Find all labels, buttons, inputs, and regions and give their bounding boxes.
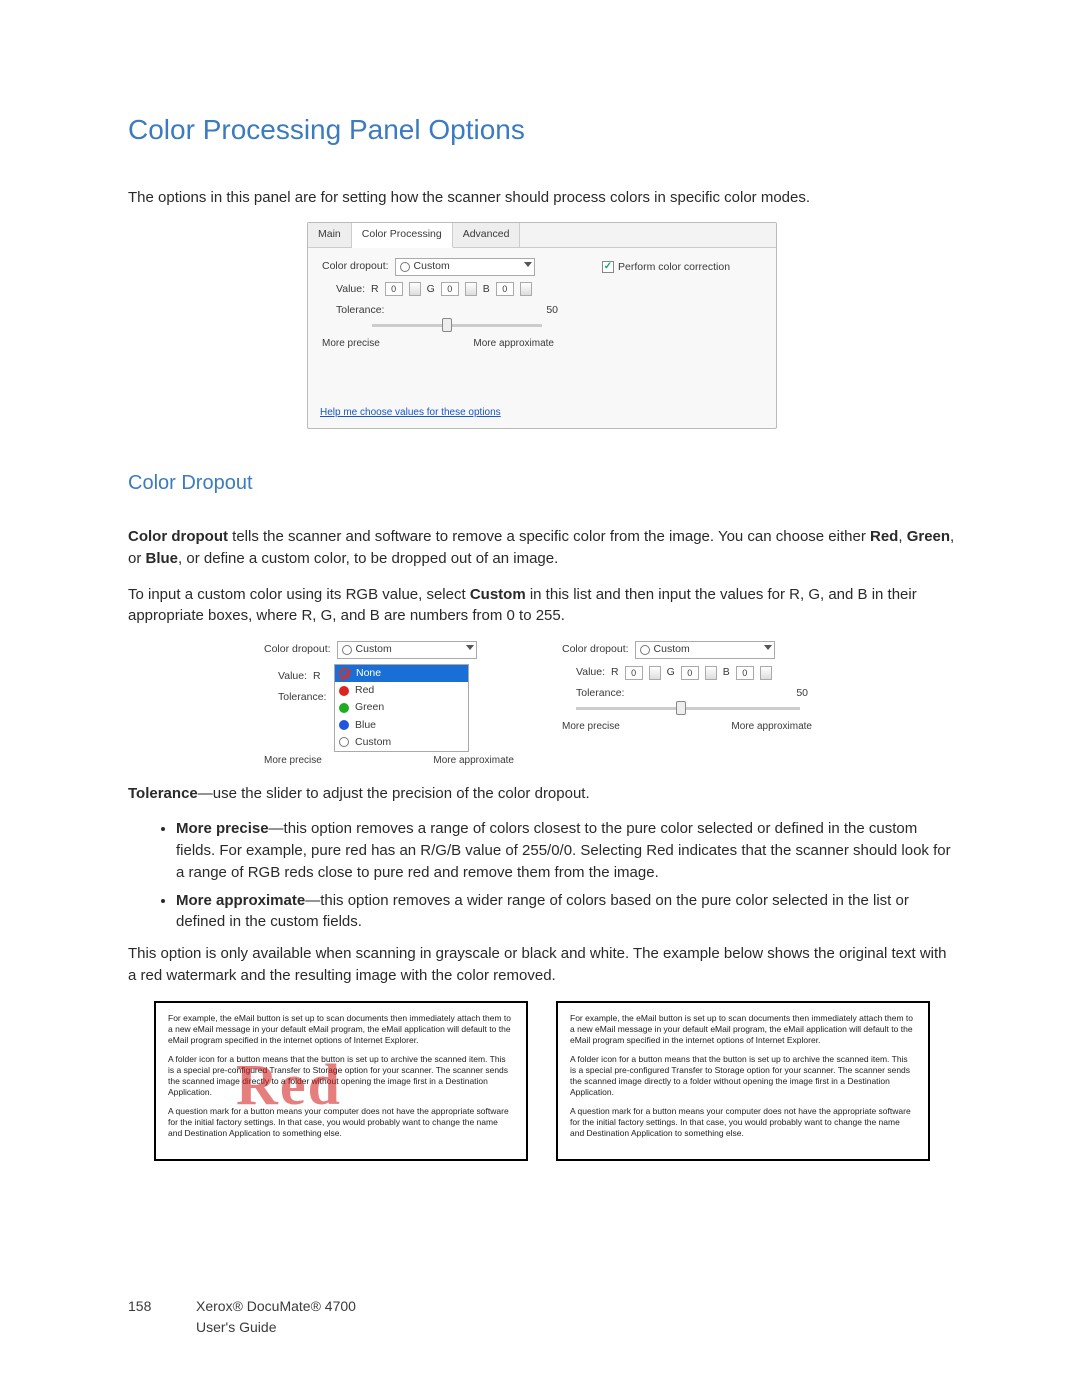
- dropout-option-list: None Red Green Blue Custom: [334, 664, 469, 752]
- label-more-approx: More approximate: [731, 720, 812, 735]
- dropout-closed-value: Custom: [654, 642, 690, 657]
- b-stepper2[interactable]: [760, 666, 772, 680]
- chevron-down-icon: [524, 262, 532, 267]
- tolerance-value2: 50: [796, 686, 808, 701]
- label-more-precise: More precise: [322, 337, 380, 352]
- tab-advanced[interactable]: Advanced: [453, 223, 521, 246]
- page-footer: 158 Xerox® DocuMate® 4700 User's Guide: [128, 1296, 356, 1337]
- g-stepper[interactable]: [465, 282, 477, 296]
- footer-line2: User's Guide: [196, 1317, 356, 1337]
- bullet-approx: More approximate—this option removes a w…: [176, 890, 956, 934]
- label-value: Value:: [576, 665, 605, 680]
- label-tolerance: Tolerance:: [336, 303, 384, 318]
- option-custom[interactable]: Custom: [335, 734, 468, 751]
- label-tolerance: Tolerance:: [576, 686, 624, 701]
- dropout-para1: Color dropout tells the scanner and soft…: [128, 526, 956, 570]
- doc-p2b: A folder icon for a button means that th…: [570, 1054, 916, 1098]
- label-more-approx: More approximate: [433, 754, 514, 769]
- slider-thumb[interactable]: [442, 318, 452, 332]
- option-blue[interactable]: Blue: [335, 717, 468, 734]
- dropout-select-value: Custom: [414, 259, 450, 274]
- color-processing-panel: Main Color Processing Advanced Color dro…: [307, 222, 777, 429]
- perform-label: Perform color correction: [618, 260, 730, 275]
- doc-p3: A question mark for a button means your …: [168, 1106, 514, 1139]
- example-pair: Red For example, the eMail button is set…: [128, 1001, 956, 1161]
- intro-text: The options in this panel are for settin…: [128, 187, 956, 209]
- tolerance-para: Tolerance—use the slider to adjust the p…: [128, 783, 956, 805]
- chevron-down-icon: [764, 645, 772, 650]
- droplet-icon: [400, 262, 410, 272]
- example-before: Red For example, the eMail button is set…: [154, 1001, 528, 1161]
- doc-p3b: A question mark for a button means your …: [570, 1106, 916, 1139]
- help-link[interactable]: Help me choose values for these options: [308, 400, 776, 421]
- example-after: For example, the eMail button is set up …: [556, 1001, 930, 1161]
- dropout-select-open[interactable]: Custom: [337, 641, 477, 659]
- label-g: G: [667, 665, 675, 680]
- dropout-select[interactable]: Custom: [395, 258, 535, 276]
- label-more-precise: More precise: [562, 720, 620, 735]
- tolerance-value: 50: [546, 303, 558, 318]
- tolerance-slider2[interactable]: [576, 707, 800, 710]
- option-none[interactable]: None: [335, 665, 468, 682]
- chevron-down-icon: [466, 645, 474, 650]
- footer-line1: Xerox® DocuMate® 4700: [196, 1296, 356, 1316]
- label-r: R: [313, 669, 321, 684]
- blue-dot-icon: [339, 720, 349, 730]
- label-r: R: [611, 665, 619, 680]
- sample-collapsed: Color dropout: Custom Value: R 0 G 0 B 0: [562, 641, 820, 769]
- tolerance-slider[interactable]: [372, 324, 542, 327]
- doc-p2: A folder icon for a button means that th…: [168, 1054, 514, 1098]
- example-intro: This option is only available when scann…: [128, 943, 956, 987]
- b-input[interactable]: 0: [496, 282, 514, 296]
- g-stepper2[interactable]: [705, 666, 717, 680]
- dropdown-samples: Color dropout: Custom Value: R Tolerance…: [128, 641, 956, 769]
- r-input2[interactable]: 0: [625, 666, 643, 680]
- droplet-icon: [339, 737, 349, 747]
- check-icon: ✓: [602, 261, 614, 273]
- r-stepper2[interactable]: [649, 666, 661, 680]
- green-dot-icon: [339, 703, 349, 713]
- page-number: 158: [128, 1296, 176, 1316]
- b-input2[interactable]: 0: [736, 666, 754, 680]
- dropout-open-value: Custom: [356, 642, 392, 657]
- tab-main[interactable]: Main: [308, 223, 352, 246]
- doc-p1: For example, the eMail button is set up …: [168, 1013, 514, 1046]
- none-icon: [339, 668, 350, 679]
- perform-color-correction-checkbox[interactable]: ✓ Perform color correction: [602, 260, 730, 275]
- label-value: Value:: [278, 669, 307, 684]
- label-b: B: [483, 282, 490, 297]
- droplet-icon: [342, 645, 352, 655]
- option-red[interactable]: Red: [335, 682, 468, 699]
- red-dot-icon: [339, 686, 349, 696]
- dropout-para2: To input a custom color using its RGB va…: [128, 584, 956, 628]
- slider-thumb2[interactable]: [676, 701, 686, 715]
- page-title: Color Processing Panel Options: [128, 110, 956, 151]
- label-b: B: [723, 665, 730, 680]
- label-tolerance: Tolerance:: [278, 690, 334, 705]
- g-input2[interactable]: 0: [681, 666, 699, 680]
- bullet-precise: More precise—this option removes a range…: [176, 818, 956, 883]
- label-more-approx: More approximate: [473, 337, 554, 352]
- tab-color-processing[interactable]: Color Processing: [352, 223, 453, 247]
- g-input[interactable]: 0: [441, 282, 459, 296]
- doc-p1b: For example, the eMail button is set up …: [570, 1013, 916, 1046]
- label-more-precise: More precise: [264, 754, 322, 769]
- label-g: G: [427, 282, 435, 297]
- bullet-list: More precise—this option removes a range…: [176, 818, 956, 933]
- droplet-icon: [640, 645, 650, 655]
- section-title-dropout: Color Dropout: [128, 469, 956, 498]
- b-stepper[interactable]: [520, 282, 532, 296]
- sample-expanded: Color dropout: Custom Value: R Tolerance…: [264, 641, 522, 769]
- r-stepper[interactable]: [409, 282, 421, 296]
- dropout-select-closed[interactable]: Custom: [635, 641, 775, 659]
- label-dropout: Color dropout:: [264, 642, 331, 657]
- label-dropout: Color dropout:: [322, 259, 389, 274]
- r-input[interactable]: 0: [385, 282, 403, 296]
- label-value: Value:: [336, 282, 365, 297]
- tab-row: Main Color Processing Advanced: [308, 223, 776, 247]
- label-r: R: [371, 282, 379, 297]
- label-dropout: Color dropout:: [562, 642, 629, 657]
- option-green[interactable]: Green: [335, 699, 468, 716]
